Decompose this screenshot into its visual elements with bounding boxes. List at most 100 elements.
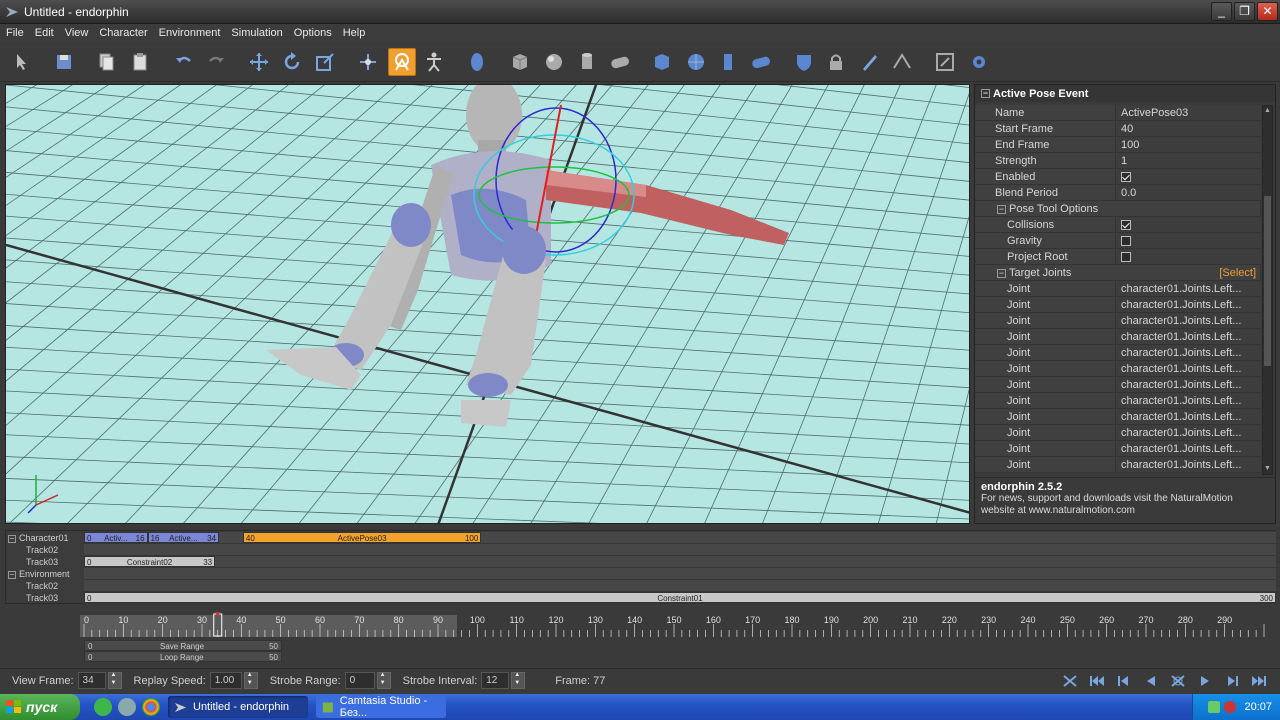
prop-value[interactable]: character01.Joints.Left... [1116,457,1261,472]
property-panel-header[interactable]: − Active Pose Event [975,85,1275,102]
joint-row[interactable]: Joint character01.Joints.Left... [975,393,1261,409]
prop-value[interactable]: 100 [1116,137,1261,152]
maximize-button[interactable]: ❐ [1234,2,1255,21]
track-lane[interactable] [84,580,1276,592]
trim-icon[interactable] [1060,672,1079,690]
play-reverse-icon[interactable] [1141,672,1160,690]
cylinder-blue-icon[interactable] [714,48,742,76]
prop-value[interactable]: character01.Joints.Left... [1116,377,1261,392]
joint-row[interactable]: Joint character01.Joints.Left... [975,457,1261,473]
character-icon[interactable] [420,48,448,76]
prop-value[interactable]: 1 [1116,153,1261,168]
prop-value[interactable]: character01.Joints.Left... [1116,313,1261,328]
select-joints-link[interactable]: [Select] [1219,265,1256,280]
shield-icon[interactable] [463,48,491,76]
rotate-icon[interactable] [278,48,306,76]
prop-value[interactable]: character01.Joints.Left... [1116,281,1261,296]
tray-antivirus-icon[interactable] [1224,701,1237,713]
close-button[interactable]: ✕ [1257,2,1278,21]
settings-icon[interactable] [965,48,993,76]
menu-help[interactable]: Help [343,27,366,39]
prop-value[interactable]: character01.Joints.Left... [1116,441,1261,456]
track-clip[interactable]: 16 Active... 34 [147,532,220,543]
utorrent-icon[interactable] [94,698,112,716]
joint-row[interactable]: Joint character01.Joints.Left... [975,377,1261,393]
joint-row[interactable]: Joint character01.Joints.Left... [975,361,1261,377]
track-row[interactable]: Track02 [6,580,1276,592]
minimize-button[interactable]: _ [1211,2,1232,21]
cylinder-icon[interactable] [573,48,601,76]
pose-tool-options-group[interactable]: − Pose Tool Options [975,201,1261,217]
prop-strength[interactable]: Strength 1 [975,153,1261,169]
move-icon[interactable] [245,48,273,76]
strobe-range-input[interactable]: 0 [344,672,375,689]
step-back-key-icon[interactable] [1114,672,1133,690]
project-root-checkbox[interactable] [1121,252,1131,263]
joint-row[interactable]: Joint character01.Joints.Left... [975,329,1261,345]
strobe-interval-stepper[interactable] [511,672,526,689]
track-label[interactable]: − Environment [6,568,82,580]
chrome-icon[interactable] [142,698,160,716]
track-label[interactable]: Track03 [6,556,82,568]
capsule-icon[interactable] [606,48,634,76]
menu-environment[interactable]: Environment [159,27,221,39]
tray-app-icon[interactable] [1208,701,1221,713]
prop-value[interactable]: 40 [1116,121,1261,136]
prop-collisions[interactable]: Collisions [975,217,1261,233]
network-icon[interactable] [118,698,136,716]
menu-view[interactable]: View [65,27,89,39]
box-icon[interactable] [506,48,534,76]
prop-gravity[interactable]: Gravity [975,233,1261,249]
track-label[interactable]: Track02 [6,580,82,592]
prop-end-frame[interactable]: End Frame 100 [975,137,1261,153]
collapse-icon[interactable]: − [8,570,16,579]
loop-range-row[interactable]: 0 Loop Range 50 [84,651,282,662]
undo-icon[interactable] [170,48,198,76]
scroll-down-icon[interactable]: ▼ [1264,465,1271,473]
enabled-checkbox[interactable] [1121,172,1131,183]
target-joints-group[interactable]: − Target Joints [Select] [975,265,1261,281]
go-end-icon[interactable] [1249,672,1268,690]
strobe-range-stepper[interactable] [376,672,391,689]
joint-row[interactable]: Joint character01.Joints.Left... [975,441,1261,457]
prop-value[interactable]: character01.Joints.Left... [1116,361,1261,376]
mesh-sphere-icon[interactable] [682,48,710,76]
save-range-row[interactable]: 0 Save Range 50 [84,640,282,651]
task-camtasia[interactable]: Camtasia Studio - Без... [316,695,446,719]
track-clip[interactable]: 0 Constraint01 300 [84,592,1276,603]
joint-row[interactable]: Joint character01.Joints.Left... [975,313,1261,329]
collapse-icon[interactable]: − [981,89,990,98]
copy-icon[interactable] [92,48,120,76]
joint-row[interactable]: Joint character01.Joints.Left... [975,425,1261,441]
joint-row[interactable]: Joint character01.Joints.Left... [975,409,1261,425]
track-label[interactable]: − Character01 [6,532,82,544]
save-icon[interactable] [50,48,78,76]
track-clip[interactable]: 40 ActivePose03 100 [242,532,482,543]
redo-icon[interactable] [202,48,230,76]
prop-value[interactable]: character01.Joints.Left... [1116,297,1261,312]
track-label[interactable]: Track02 [6,544,82,556]
scale-icon[interactable] [311,48,339,76]
track-clip[interactable]: 0 Constraint02 33 [84,556,216,567]
collisions-checkbox[interactable] [1121,220,1131,231]
replay-speed-stepper[interactable] [243,672,258,689]
track-lane[interactable] [84,544,1276,556]
timeline-ruler[interactable]: 0 10 20 30 40 50 60 70 80 90 100 110 120 130 140 150 160… [80,612,1275,638]
prop-value[interactable]: character01.Joints.Left... [1116,329,1261,344]
collapse-icon[interactable]: − [997,204,1006,214]
prop-value[interactable]: character01.Joints.Left... [1116,345,1261,360]
prop-value[interactable]: character01.Joints.Left... [1116,409,1261,424]
prop-enabled[interactable]: Enabled [975,169,1261,185]
prop-value[interactable]: ActivePose03 [1116,105,1261,120]
view-frame-stepper[interactable] [107,672,122,689]
track-label[interactable]: Track03 [6,592,82,604]
track-row[interactable]: Track02 [6,544,1276,556]
menu-character[interactable]: Character [99,27,147,39]
export-icon[interactable] [931,48,959,76]
prop-project-root[interactable]: Project Root [975,249,1261,265]
track-row[interactable]: − Character01 0 Activ... 16 16 Active... 34 40 Ac… [6,532,1276,544]
prop-value[interactable]: 0.0 [1116,185,1261,200]
capsule-blue-icon[interactable] [747,48,775,76]
go-start-icon[interactable] [1087,672,1106,690]
joint-row[interactable]: Joint character01.Joints.Left... [975,297,1261,313]
